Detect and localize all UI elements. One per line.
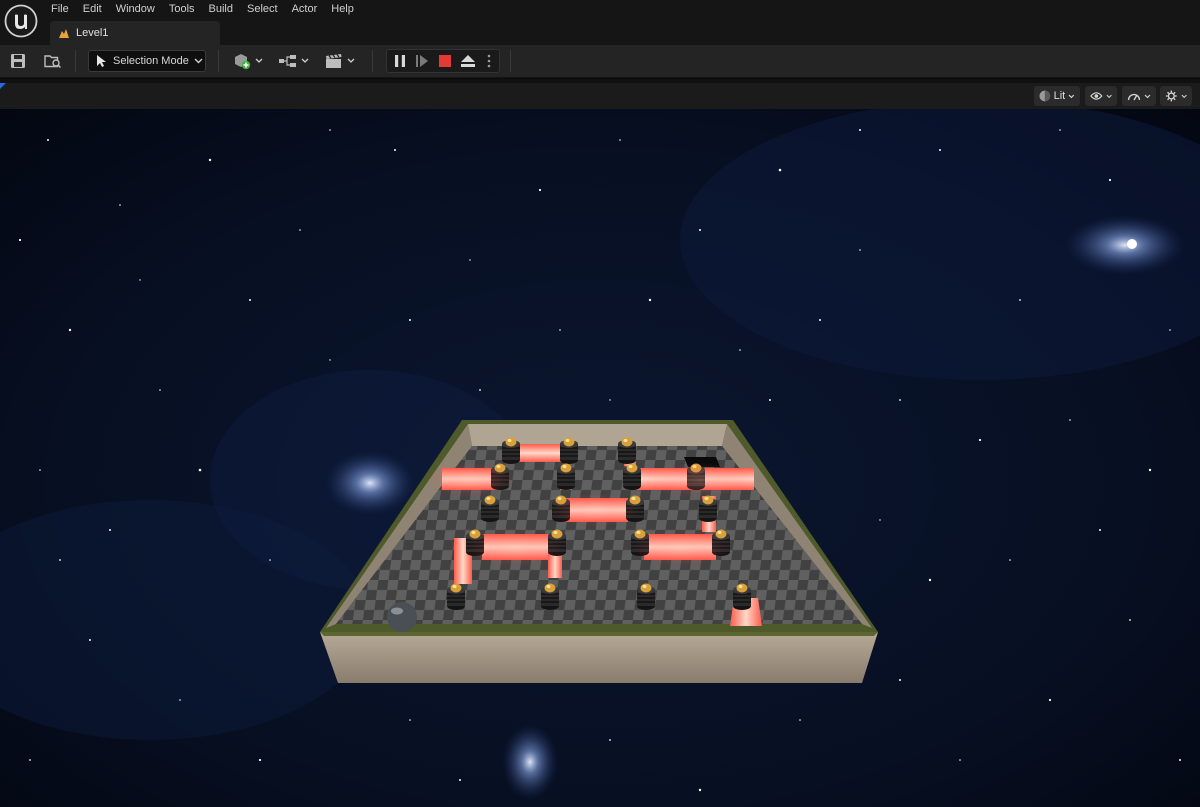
view-mode-button[interactable]: Lit [1034, 86, 1080, 106]
lit-sphere-icon [1039, 90, 1051, 102]
toolbar-divider [75, 50, 76, 72]
level-icon [59, 29, 69, 38]
chevron-down-icon [1144, 94, 1151, 98]
chevron-down-icon [1181, 94, 1187, 98]
stop-icon[interactable] [437, 53, 453, 69]
tab-level[interactable]: Level1 [50, 21, 220, 45]
unreal-engine-logo-icon[interactable] [4, 4, 38, 38]
chevron-down-icon [1068, 94, 1075, 98]
menu-tools[interactable]: Tools [162, 2, 202, 20]
menu-select[interactable]: Select [240, 2, 285, 20]
selection-mode-dropdown[interactable]: Selection Mode [88, 50, 206, 72]
nebula [325, 451, 415, 515]
menu-file[interactable]: File [44, 2, 76, 20]
level-viewport[interactable] [0, 83, 1200, 807]
menu-window[interactable]: Window [109, 2, 162, 20]
gear-icon [1165, 90, 1177, 102]
scalability-button[interactable] [1122, 86, 1156, 106]
menu-actor[interactable]: Actor [285, 2, 325, 20]
viewport-options-corner[interactable] [0, 83, 6, 89]
pause-icon[interactable] [392, 53, 408, 69]
toolbar-divider [510, 50, 511, 72]
chevron-down-icon [194, 58, 203, 64]
toolbar-divider [372, 50, 373, 72]
toolbar-divider [218, 50, 219, 72]
clapperboard-icon [326, 54, 342, 68]
tab-label: Level1 [76, 27, 109, 39]
player-ball[interactable] [387, 602, 417, 632]
blueprints-button[interactable] [278, 52, 312, 70]
chevron-down-icon [347, 58, 355, 63]
eject-icon[interactable] [459, 53, 477, 69]
browse-content-icon[interactable] [44, 53, 62, 69]
blueprint-icon [279, 55, 296, 67]
selection-mode-label: Selection Mode [113, 55, 189, 67]
nebula [502, 724, 558, 800]
eye-icon [1090, 92, 1103, 100]
menu-build[interactable]: Build [202, 2, 240, 20]
add-actor-icon [235, 54, 251, 70]
cursor-icon [97, 55, 106, 67]
viewport-toolbar [0, 83, 1200, 109]
more-options-icon[interactable] [486, 53, 492, 69]
view-mode-label: Lit [1053, 90, 1066, 102]
save-icon[interactable] [10, 53, 26, 69]
performance-gauge-icon [1127, 93, 1141, 101]
chevron-down-icon [1106, 94, 1112, 98]
viewport-scene [0, 83, 1200, 807]
advance-frame-icon[interactable] [414, 53, 430, 69]
menu-bar: File Edit Window Tools Build Select Acto… [44, 2, 361, 20]
viewport-settings-button[interactable] [1160, 86, 1192, 106]
cinematics-button[interactable] [324, 52, 358, 70]
show-flags-button[interactable] [1085, 86, 1117, 106]
menu-edit[interactable]: Edit [76, 2, 109, 20]
title-bar: File Edit Window Tools Build Select Acto… [0, 0, 1200, 45]
chevron-down-icon [301, 58, 309, 63]
menu-help[interactable]: Help [324, 2, 361, 20]
nebula [1065, 215, 1185, 275]
chevron-down-icon [255, 58, 263, 63]
add-actor-button[interactable] [232, 52, 266, 70]
